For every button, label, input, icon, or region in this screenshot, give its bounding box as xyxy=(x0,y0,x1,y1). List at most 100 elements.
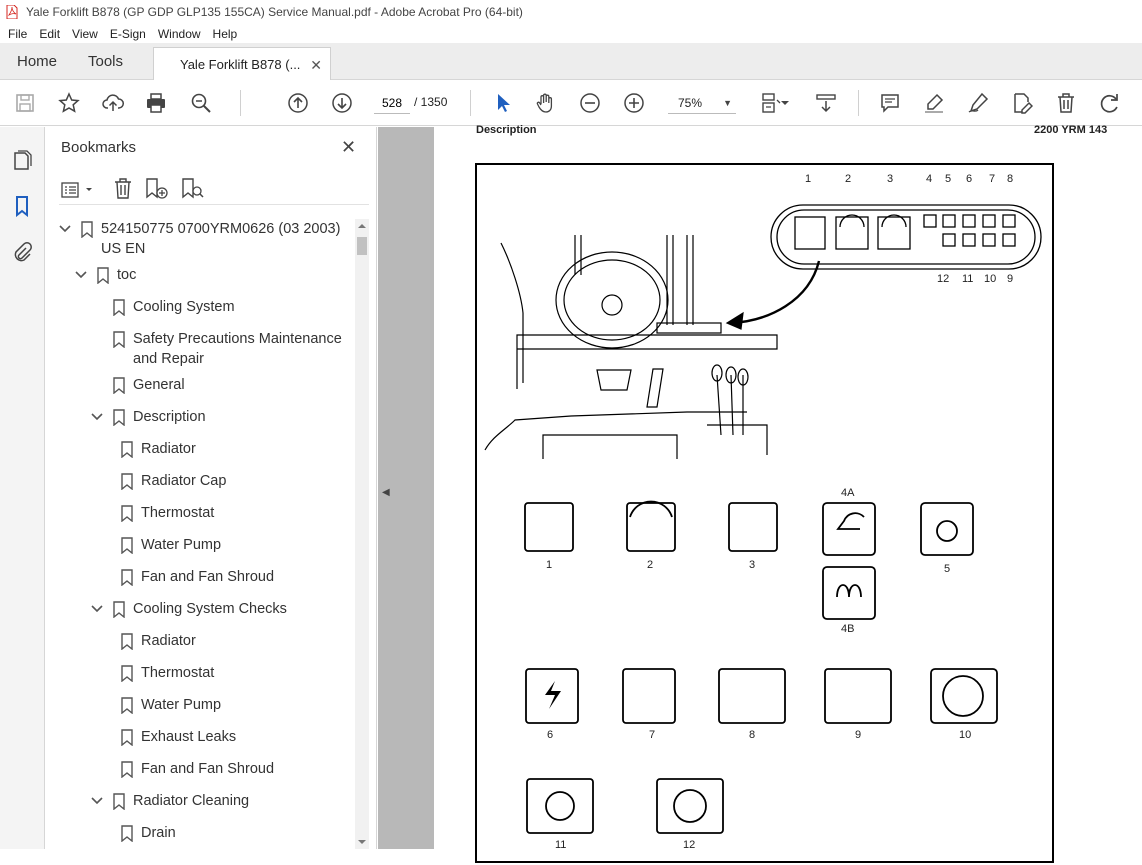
bookmark-label: Radiator xyxy=(141,633,196,649)
bookmark-flag-icon xyxy=(121,665,133,682)
menu-esign[interactable]: E-Sign xyxy=(110,27,146,41)
next-page-icon[interactable] xyxy=(330,91,354,115)
chevron-down-icon[interactable] xyxy=(75,269,87,281)
menu-window[interactable]: Window xyxy=(158,27,201,41)
attachment-icon[interactable] xyxy=(11,241,33,263)
close-tab-icon[interactable]: ✕ xyxy=(310,48,322,82)
bookmark-label: Cooling System xyxy=(133,299,235,315)
panel-callout: 2 xyxy=(845,173,852,185)
document-view[interactable]: ◀ Description 2200 YRM 143 1 2 3 4 5 6 7… xyxy=(378,124,1142,863)
chevron-down-icon[interactable] xyxy=(59,223,71,235)
operator-compartment-drawing xyxy=(484,235,821,459)
panel-callout: 8 xyxy=(1007,173,1014,185)
tab-tools[interactable]: Tools xyxy=(88,43,123,80)
bookmark-flag-icon xyxy=(113,409,125,426)
scroll-down-icon[interactable] xyxy=(358,838,366,846)
close-icon[interactable]: ✕ xyxy=(341,137,356,158)
bookmark-label: Safety Precautions Maintenance and Repai… xyxy=(133,331,342,367)
upload-cloud-icon[interactable] xyxy=(101,91,125,115)
bookmark-label: Thermostat xyxy=(141,505,215,521)
symbol-label: 12 xyxy=(683,839,696,851)
select-cursor-icon[interactable] xyxy=(491,91,515,115)
tab-document-label: Yale Forklift B878 (... xyxy=(180,57,301,72)
bookmark-flag-icon xyxy=(121,441,133,458)
delete-icon[interactable] xyxy=(1054,91,1078,115)
panel-callout: 12 xyxy=(937,273,950,285)
previous-page-icon[interactable] xyxy=(286,91,310,115)
bookmark-label: Exhaust Leaks xyxy=(141,729,237,745)
panel-callout: 6 xyxy=(966,173,973,185)
panel-callout: 10 xyxy=(984,273,997,285)
collapse-panel-icon[interactable]: ◀ xyxy=(382,487,390,498)
menu-view[interactable]: View xyxy=(72,27,98,41)
scroll-mode-icon[interactable] xyxy=(814,91,838,115)
bookmark-label: 524150775 0700YRM0626 (03 2003) US EN xyxy=(101,221,341,257)
zoom-in-icon[interactable] xyxy=(622,91,646,115)
indicator-panel xyxy=(770,204,1042,270)
save-icon[interactable] xyxy=(13,91,37,115)
rotate-icon[interactable] xyxy=(1098,91,1122,115)
symbol-label: 1 xyxy=(546,559,553,571)
tab-document[interactable]: Yale Forklift B878 (... ✕ xyxy=(153,47,331,81)
pdf-file-icon xyxy=(6,5,18,19)
comment-icon[interactable] xyxy=(878,91,902,115)
page-total: / 1350 xyxy=(414,95,448,109)
chevron-down-icon[interactable] xyxy=(91,603,103,615)
zoom-level-select[interactable]: 75% ▼ xyxy=(668,92,736,114)
draw-pen-icon[interactable] xyxy=(966,91,990,115)
symbol-label: 9 xyxy=(855,729,862,741)
zoom-level-value: 75% xyxy=(678,96,703,110)
bookmark-flag-icon xyxy=(121,697,133,714)
edit-pdf-icon[interactable] xyxy=(1010,91,1034,115)
bookmark-label: Water Pump xyxy=(141,537,222,553)
bookmark-flag-icon xyxy=(121,569,133,586)
bookmarks-title: Bookmarks xyxy=(61,139,137,156)
star-icon[interactable] xyxy=(57,91,81,115)
print-icon[interactable] xyxy=(144,91,168,115)
chevron-down-icon[interactable] xyxy=(91,411,103,423)
scroll-thumb[interactable] xyxy=(357,237,367,255)
figure-frame: 1 2 3 4 5 6 7 8 12 11 10 9 1 2 3 4A 5 4B 6 7 8 9 10 11 12 xyxy=(475,163,1054,863)
menu-file[interactable]: File xyxy=(8,27,27,41)
highlighter-icon[interactable] xyxy=(922,91,946,115)
bookmark-label: Drain xyxy=(141,825,176,841)
hand-tool-icon[interactable] xyxy=(534,91,558,115)
bookmark-flag-icon xyxy=(113,793,125,810)
page-number-input[interactable] xyxy=(374,92,410,114)
indicator-symbols xyxy=(524,500,998,834)
page-header-code: 2200 YRM 143 xyxy=(1034,124,1108,136)
menu-edit[interactable]: Edit xyxy=(39,27,60,41)
bookmark-label: Cooling System Checks xyxy=(133,601,287,617)
zoom-search-icon[interactable] xyxy=(189,91,213,115)
new-bookmark-icon[interactable] xyxy=(145,178,169,200)
bookmark-flag-icon xyxy=(121,505,133,522)
bookmark-label: Thermostat xyxy=(141,665,215,681)
bookmark-flag-icon xyxy=(121,729,133,746)
bookmark-flag-icon xyxy=(113,377,125,394)
panel-callout: 9 xyxy=(1007,273,1014,285)
chevron-down-icon: ▼ xyxy=(723,98,732,108)
window-title: Yale Forklift B878 (GP GDP GLP135 155CA)… xyxy=(26,5,523,19)
tab-home[interactable]: Home xyxy=(17,43,57,80)
toolbar: / 1350 75% ▼ xyxy=(0,80,1142,126)
bookmark-label: General xyxy=(133,377,185,393)
bookmarks-scrollbar[interactable] xyxy=(355,219,369,849)
bookmark-options-icon[interactable] xyxy=(61,180,95,200)
bookmark-label: Water Pump xyxy=(141,697,222,713)
bookmark-label: Radiator Cap xyxy=(141,473,227,489)
delete-bookmark-icon[interactable] xyxy=(113,178,133,200)
bookmark-flag-icon xyxy=(121,825,133,842)
bookmark-icon[interactable] xyxy=(11,195,33,217)
page-thumbnails-icon[interactable] xyxy=(11,149,33,171)
chevron-down-icon[interactable] xyxy=(91,795,103,807)
bookmark-label: Description xyxy=(133,409,206,425)
menu-help[interactable]: Help xyxy=(213,27,238,41)
bookmark-search-icon[interactable] xyxy=(181,178,205,200)
chevron-down-icon[interactable] xyxy=(778,91,792,115)
scroll-up-icon[interactable] xyxy=(358,222,366,230)
bookmark-label: toc xyxy=(117,267,137,283)
zoom-out-icon[interactable] xyxy=(578,91,602,115)
tab-bar: Home Tools Yale Forklift B878 (... ✕ xyxy=(0,43,1142,81)
bookmark-label: Fan and Fan Shroud xyxy=(141,761,275,777)
symbol-label: 2 xyxy=(647,559,654,571)
